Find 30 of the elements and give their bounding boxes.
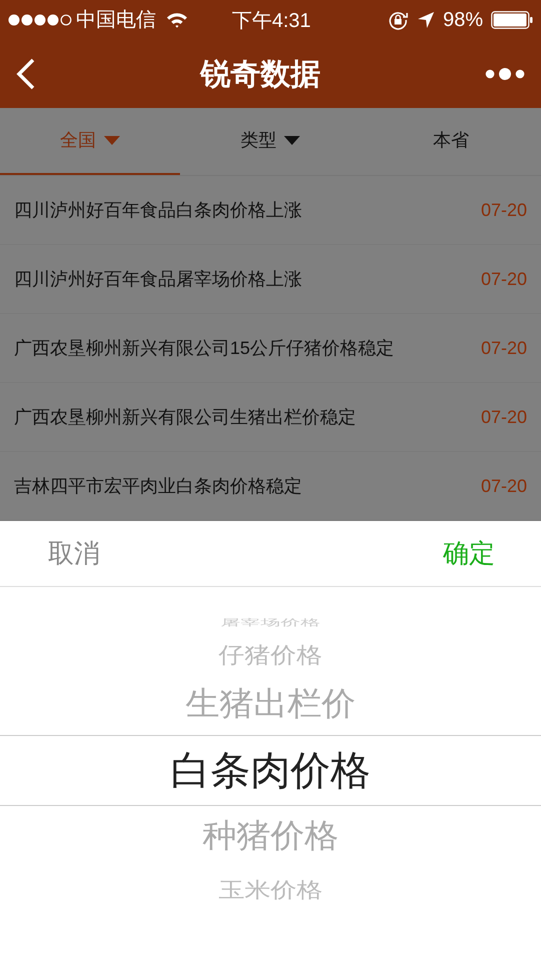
wifi-icon: [166, 12, 188, 28]
news-row[interactable]: 广西农垦柳州新兴有限公司生猪出栏价稳定 07-20: [0, 383, 541, 452]
news-date: 07-20: [480, 406, 527, 428]
status-time: 下午4:31: [232, 9, 311, 34]
carrier-name: 中国电信: [76, 8, 156, 33]
battery-icon: [491, 11, 533, 29]
news-title: 四川泸州好百年食品屠宰场价格上涨: [14, 268, 302, 290]
news-title: 广西农垦柳州新兴有限公司15公斤仔猪价格稳定: [14, 336, 394, 360]
signal-icon: [8, 14, 72, 26]
page-title: 锐奇数据: [200, 56, 320, 92]
filter-tab[interactable]: 本省: [360, 108, 541, 175]
news-date: 07-20: [480, 336, 527, 360]
confirm-button[interactable]: 确定: [443, 534, 495, 573]
battery-percent: 98%: [442, 8, 483, 33]
news-date: 07-20: [480, 268, 527, 290]
more-icon[interactable]: [485, 67, 525, 81]
picker-option[interactable]: 白条肉价格: [170, 750, 370, 790]
news-title: 吉林四平市宏平肉业白条肉价格稳定: [14, 474, 302, 498]
cancel-button[interactable]: 取消: [48, 534, 100, 573]
news-title: 广西农垦柳州新兴有限公司生猪出栏价稳定: [14, 406, 356, 428]
news-title: 四川泸州好百年食品白条肉价格上涨: [14, 198, 302, 222]
news-row[interactable]: 广西农垦柳州新兴有限公司15公斤仔猪价格稳定 07-20: [0, 314, 541, 383]
news-date: 07-20: [480, 474, 527, 498]
location-arrow-icon: [416, 11, 435, 29]
rotation-lock-icon: [386, 9, 409, 31]
filter-tab[interactable]: 类型: [180, 108, 361, 175]
news-date: 07-20: [480, 198, 527, 222]
news-row[interactable]: 四川泸州好百年食品屠宰场价格上涨 07-20: [0, 245, 541, 314]
news-row[interactable]: 四川泸州好百年食品白条肉价格上涨 07-20: [0, 176, 541, 245]
back-icon[interactable]: [16, 58, 36, 90]
